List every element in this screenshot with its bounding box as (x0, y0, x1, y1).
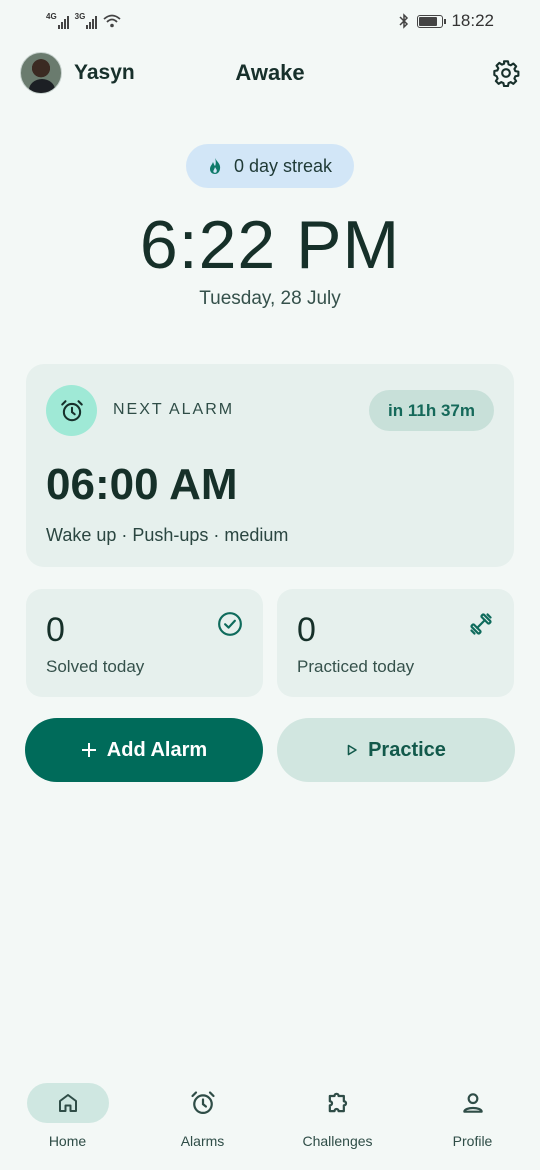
nav-item-profile[interactable]: Profile (405, 1070, 540, 1170)
puzzle-icon (328, 1092, 347, 1113)
alarm-icon-badge (46, 385, 97, 436)
bottom-navigation: Home Alarms Challenges Profile (0, 1070, 540, 1170)
next-alarm-heading: NEXT ALARM (113, 401, 235, 418)
signal-bars-icon (86, 15, 98, 29)
status-right: 18:22 (399, 11, 494, 31)
streak-label: 0 day streak (233, 155, 333, 176)
settings-gear-icon[interactable] (492, 59, 520, 87)
wifi-icon (103, 14, 121, 28)
flame-icon (209, 158, 221, 174)
status-time: 18:22 (451, 11, 494, 30)
battery-icon (417, 14, 447, 28)
check-circle-icon (218, 612, 242, 636)
nav-item-challenges[interactable]: Challenges (270, 1070, 405, 1170)
avatar[interactable] (20, 52, 62, 94)
home-icon (58, 1094, 77, 1112)
practice-label: Practice (368, 738, 446, 761)
cell-signal-2: 3G (75, 13, 98, 29)
signal-bars-icon (57, 15, 69, 29)
practiced-today-card: 0 Practiced today (277, 589, 514, 697)
alarm-clock-icon (60, 399, 83, 421)
nav-indicator (26, 1083, 109, 1123)
current-time: 6:22 PM (139, 207, 401, 283)
dumbbell-icon (470, 613, 492, 635)
nav-label-profile: Profile (452, 1133, 493, 1149)
next-alarm-card[interactable]: NEXT ALARM in 11h 37m 06:00 AM Wake up ·… (26, 364, 514, 567)
status-bar: 4G 3G 18:22 (0, 0, 540, 42)
nav-item-home[interactable]: Home (0, 1070, 135, 1170)
bluetooth-icon (399, 13, 409, 29)
nav-label-home: Home (48, 1133, 87, 1149)
practiced-today-label: Practiced today (297, 657, 415, 676)
streak-badge: 0 day streak (186, 144, 354, 188)
add-alarm-label: Add Alarm (106, 738, 208, 761)
next-alarm-time: 06:00 AM (46, 460, 238, 509)
practiced-today-count: 0 (297, 611, 316, 649)
cell-signal-1: 4G (46, 13, 69, 29)
alarm-countdown-badge: in 11h 37m (369, 390, 494, 431)
practice-button[interactable]: Practice (277, 718, 515, 782)
alarm-clock-icon (190, 1091, 215, 1115)
play-icon (347, 744, 357, 756)
plus-icon (81, 743, 96, 757)
nav-item-alarms[interactable]: Alarms (135, 1070, 270, 1170)
nav-label-alarms: Alarms (180, 1133, 225, 1149)
solved-today-count: 0 (46, 611, 65, 649)
user-name: Yasyn (74, 61, 135, 84)
nav-label-challenges: Challenges (302, 1133, 373, 1149)
network-type-1: 4G (46, 12, 57, 21)
status-left: 4G 3G (46, 13, 121, 29)
person-icon (462, 1093, 483, 1113)
next-alarm-description: Wake up · Push-ups · medium (46, 525, 289, 545)
solved-today-card: 0 Solved today (26, 589, 263, 697)
current-date: Tuesday, 28 July (199, 288, 341, 309)
app-header: Yasyn Awake (20, 50, 520, 96)
solved-today-label: Solved today (46, 657, 145, 676)
network-type-2: 3G (74, 12, 86, 21)
add-alarm-button[interactable]: Add Alarm (25, 718, 263, 782)
